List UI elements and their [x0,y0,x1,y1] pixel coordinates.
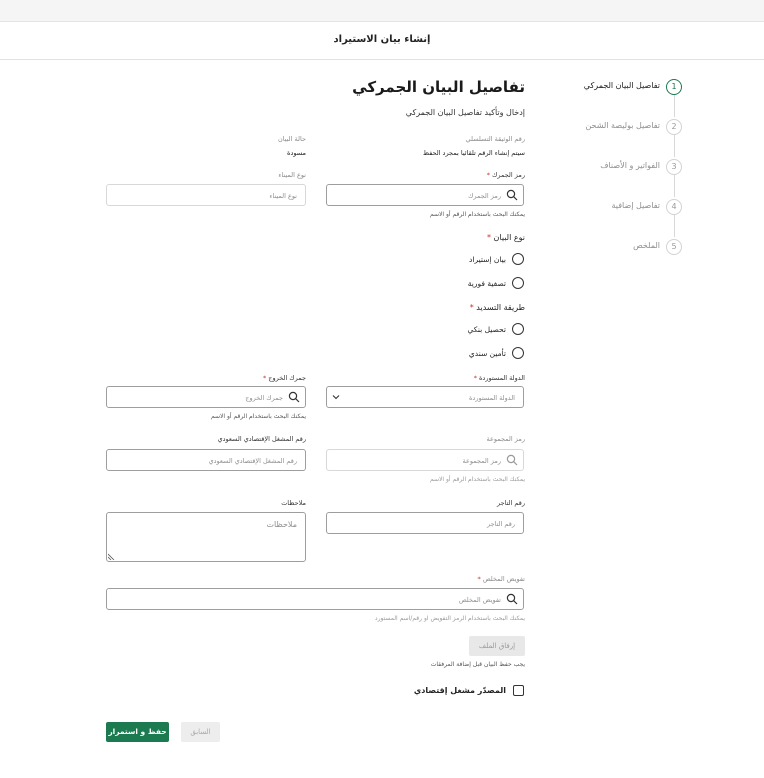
page-title: إنشاء بيان الاستيراد [333,34,431,45]
serial-number-value: سيتم إنشاء الرقم تلقائيا بمجرد الحفظ [423,149,525,157]
customs-code-placeholder: رمز الجمرك [468,192,501,200]
merchant-number-label: رقم التاجر [497,499,525,507]
group-code-placeholder: رمز المجموعة [462,457,502,465]
notes-placeholder: ملاحظات [266,520,297,529]
importing-country-select[interactable]: الدولة المستوردة [326,386,524,408]
payment-method-label: * طريقة التسديد [469,303,525,312]
broker-authorization-label: * تفويض المخلص [477,575,525,583]
notes-textarea[interactable]: ملاحظات [106,512,306,562]
declaration-type-import-radio[interactable] [512,253,524,265]
resize-handle-icon[interactable] [108,553,115,560]
top-bar [0,0,764,22]
step-connector [674,175,675,197]
form-title: تفاصيل البيان الجمركي [352,78,525,96]
port-type-input[interactable]: نوع الميناء [106,184,306,206]
group-code-input[interactable]: رمز المجموعة [326,449,524,471]
customs-code-input[interactable]: رمز الجمرك [326,184,524,206]
declaration-type-instant-radio[interactable] [512,277,524,289]
exit-customs-hint: يمكنك البحث باستخدام الرقم أو الاسم [210,413,306,420]
importing-country-placeholder: الدولة المستوردة [469,394,515,402]
step-4-label[interactable]: تفاصيل إضافية [612,201,661,210]
search-icon [506,593,518,605]
group-code-label: رمز المجموعة [486,435,526,443]
previous-button[interactable]: السابق [181,722,220,742]
step-5-label[interactable]: الملخص [633,241,660,250]
step-connector [674,215,675,237]
step-3-circle[interactable]: 3 [666,159,682,175]
chevron-down-icon [332,395,340,400]
declaration-status-label: حالة البيان [278,135,306,143]
payment-bond-radio[interactable] [512,347,524,359]
step-3-label[interactable]: الفواتير و الأصناف [600,161,660,170]
declaration-type-import-label[interactable]: بيان إستيراد [469,255,506,264]
port-type-label: نوع الميناء [278,171,306,179]
notes-label: ملاحظات [281,499,306,507]
step-connector [674,95,675,117]
serial-number-label: رقم الوثيقة التسلسلي [465,135,525,143]
declaration-status-value: مسودة [287,149,306,157]
saudi-operator-placeholder: رقم المشغل الإقتصادي السعودي [208,457,297,465]
step-5-circle[interactable]: 5 [666,239,682,255]
customs-code-label: * رمز الجمرك [486,171,525,179]
merchant-number-placeholder: رقم التاجر [487,520,515,528]
broker-authorization-placeholder: تفويض المخلص [458,596,501,604]
step-2-circle[interactable]: 2 [666,119,682,135]
attach-file-hint: يجب حفظ البيان قبل إضافة المرفقات [430,661,525,668]
importing-country-label: * الدولة المستوردة [473,374,525,382]
declaration-type-label: * نوع البيان [486,233,525,242]
search-icon [506,189,518,201]
save-continue-button[interactable]: حفظ و استمرار [106,722,169,742]
exit-customs-input[interactable]: جمرك الخروج [106,386,306,408]
search-icon [288,391,300,403]
broker-authorization-hint: يمكنك البحث باستخدام الرمز التفويض او رق… [374,615,525,622]
group-code-hint: يمكنك البحث باستخدام الرقم أو الاسم [429,476,525,483]
economic-operator-label[interactable]: المصدّر مشغل إقتصادي [414,686,506,695]
declaration-type-instant-label[interactable]: تصفية فورية [468,279,506,288]
saudi-operator-input[interactable]: رقم المشغل الإقتصادي السعودي [106,449,306,471]
search-icon [506,454,518,466]
saudi-operator-label: رقم المشغل الإقتصادي السعودي [217,435,306,443]
merchant-number-input[interactable]: رقم التاجر [326,512,524,534]
port-type-placeholder: نوع الميناء [269,192,297,200]
economic-operator-checkbox[interactable] [513,685,524,696]
step-1-circle[interactable]: 1 [666,79,682,95]
step-1-label[interactable]: تفاصيل البيان الجمركي [584,81,660,90]
payment-bank-radio[interactable] [512,323,524,335]
customs-code-hint: يمكنك البحث باستخدام الرقم أو الاسم [429,211,525,218]
attach-file-button[interactable]: إرفاق الملف [469,636,525,656]
form-subtitle: إدخال وتأكيد تفاصيل البيان الجمركي [405,108,525,117]
step-2-label[interactable]: تفاصيل بوليصة الشحن [585,121,660,130]
step-4-circle[interactable]: 4 [666,199,682,215]
payment-bond-label[interactable]: تأمين سندي [469,349,506,358]
exit-customs-placeholder: جمرك الخروج [245,394,283,402]
exit-customs-label: * جمرك الخروج [262,374,306,382]
step-connector [674,135,675,157]
broker-authorization-input[interactable]: تفويض المخلص [106,588,524,610]
payment-bank-label[interactable]: تحصيل بنكي [467,325,506,334]
